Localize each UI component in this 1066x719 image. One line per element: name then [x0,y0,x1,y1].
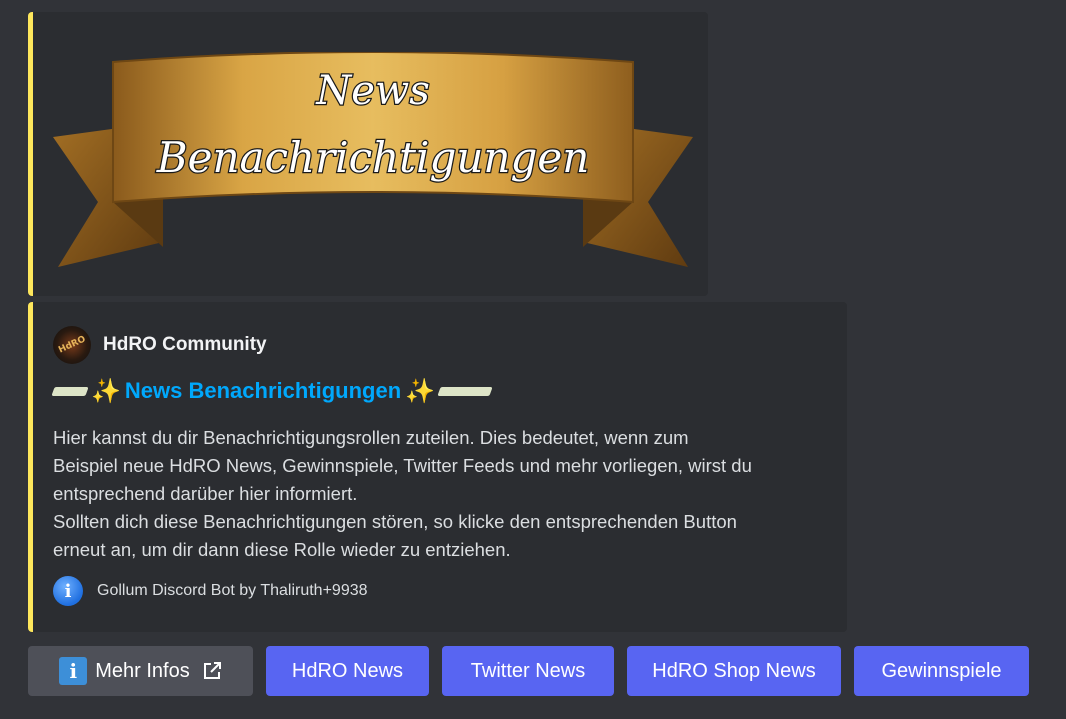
info-embed: HdRO HdRO Community ✨ News Benachrichtig… [28,302,847,632]
news-banner-image: News Benachrichtigungen [53,52,693,267]
author-avatar: HdRO [53,326,91,364]
external-link-icon [202,661,222,681]
title-decoration-right [437,386,493,396]
twitter-news-button[interactable]: Twitter News [442,646,614,696]
gewinnspiele-button[interactable]: Gewinnspiele [854,646,1029,696]
sparkles-icon: ✨ [91,377,121,405]
info-icon: i [53,576,83,606]
hdro-shop-news-label: HdRO Shop News [652,659,816,682]
twitter-news-label: Twitter News [470,659,586,682]
sparkles-icon: ✨ [405,377,436,405]
embed-title-text: News Benachrichtigungen [124,378,402,403]
hdro-news-label: HdRO News [291,659,404,682]
banner-embed: News Benachrichtigungen [28,12,708,296]
hdro-shop-news-button[interactable]: HdRO Shop News [627,646,841,696]
embed-author: HdRO HdRO Community [53,326,267,364]
mehr-infos-button[interactable]: i Mehr Infos [28,646,253,696]
footer-text: Gollum Discord Bot by Thaliruth+9938 [97,582,368,599]
mehr-infos-label: Mehr Infos [95,659,190,682]
embed-title: ✨ News Benachrichtigungen ✨ [51,377,493,405]
author-name: HdRO Community [103,334,267,355]
gewinnspiele-label: Gewinnspiele [881,659,1002,682]
embed-description: Hier kannst du dir Benachrichtigungsroll… [53,427,752,560]
banner-line1: News [315,68,429,114]
avatar-logo-text: HdRO [56,334,88,356]
hdro-news-button[interactable]: HdRO News [266,646,429,696]
button-row: i Mehr Infos HdRO News Twitter News HdRO… [28,646,1029,696]
embed-footer: i Gollum Discord Bot by Thaliruth+9938 [53,576,368,606]
banner-line2: Benachrichtigungen [156,133,590,182]
info-icon: i [59,657,88,685]
title-decoration-left [51,386,89,396]
